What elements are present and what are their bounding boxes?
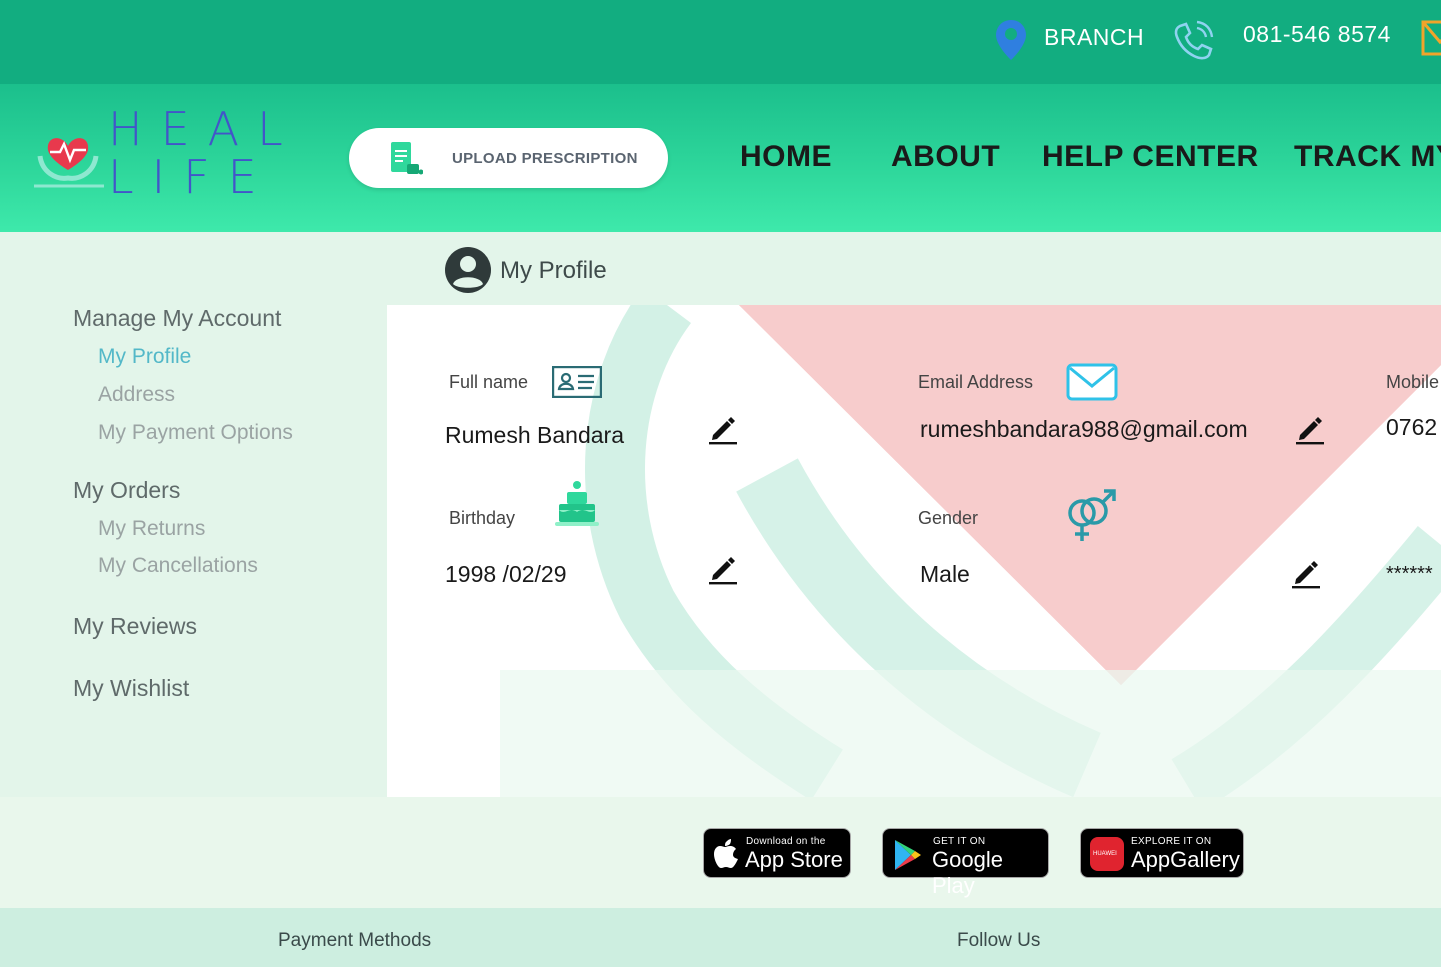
app-gallery-big-text: AppGallery [1131, 847, 1240, 872]
huawei-icon: HUAWEI [1090, 837, 1124, 871]
google-play-big-text: Google Play [932, 847, 1003, 898]
mail-icon[interactable] [1420, 18, 1441, 58]
birthday-cake-icon [555, 481, 599, 526]
page-title: My Profile [500, 257, 607, 284]
app-gallery-button[interactable]: HUAWEI EXPLORE IT ON AppGallery [1080, 828, 1244, 878]
main-header: HEAL LIFE UPLOAD PRESCRIPTION HOME ABOUT… [0, 84, 1441, 232]
heal-life-logo[interactable]: HEAL LIFE [32, 106, 283, 206]
footer: Payment Methods Follow Us [0, 908, 1441, 967]
birthday-label: Birthday [449, 508, 516, 528]
sidebar-manage-account[interactable]: Manage My Account [73, 305, 281, 332]
edit-gender-icon[interactable] [1290, 557, 1322, 589]
follow-us-heading: Follow Us [957, 930, 1041, 951]
envelope-icon [1066, 363, 1118, 401]
google-play-small-text: GET IT ON [933, 836, 986, 847]
app-gallery-small-text: EXPLORE IT ON [1131, 836, 1212, 847]
sidebar-my-wishlist[interactable]: My Wishlist [73, 675, 189, 702]
app-store-small-text: Download on the [746, 836, 826, 847]
edit-email-icon[interactable] [1294, 413, 1326, 445]
top-bar: BRANCH 081-546 8574 [0, 0, 1441, 84]
prescription-icon [391, 142, 423, 175]
phone-number[interactable]: 081-546 8574 [1243, 21, 1391, 48]
upload-prescription-label: UPLOAD PRESCRIPTION [452, 150, 638, 167]
logo-word-life: LIFE [108, 150, 275, 204]
mobile-label: Mobile [1386, 372, 1440, 392]
nav-help-center[interactable]: HELP CENTER [1042, 140, 1259, 174]
profile-header: My Profile [387, 232, 1441, 305]
nav-track-my-order[interactable]: TRACK MY [1294, 140, 1441, 174]
birthday-value: 1998 /02/29 [445, 561, 567, 587]
profile-content: Full name Rumesh Bandara Email Address r… [387, 305, 1441, 797]
gender-value: Male [920, 561, 970, 587]
sidebar-item-payment-options[interactable]: My Payment Options [98, 421, 293, 445]
app-download-bar: Download on the App Store GET IT ON Goog… [0, 797, 1441, 908]
id-card-icon [552, 366, 602, 398]
google-play-icon [895, 840, 921, 870]
edit-birthday-icon[interactable] [707, 553, 739, 585]
app-store-button[interactable]: Download on the App Store [703, 828, 851, 878]
logo-word-heal: HEAL [108, 102, 301, 156]
edit-full-name-icon[interactable] [707, 413, 739, 445]
app-store-big-text: App Store [745, 847, 843, 872]
password-masked-value: ****** [1386, 563, 1433, 585]
sidebar-item-address[interactable]: Address [98, 383, 175, 407]
gender-icon [1068, 489, 1116, 541]
email-label: Email Address [918, 372, 1034, 392]
mobile-value: 0762 [1386, 414, 1438, 440]
full-name-label: Full name [449, 372, 529, 392]
huawei-icon-text: HUAWEI [1093, 851, 1117, 857]
sidebar-item-my-cancellations[interactable]: My Cancellations [98, 554, 258, 578]
nav-about[interactable]: ABOUT [891, 140, 1000, 174]
user-avatar-icon [445, 247, 491, 293]
account-sidebar: Manage My Account My Profile Address My … [0, 232, 387, 797]
google-play-button[interactable]: GET IT ON Google Play [882, 828, 1049, 898]
gender-label: Gender [918, 508, 979, 528]
sidebar-my-reviews[interactable]: My Reviews [73, 613, 197, 640]
nav-home[interactable]: HOME [740, 140, 832, 174]
sidebar-my-orders[interactable]: My Orders [73, 477, 180, 504]
sidebar-item-my-returns[interactable]: My Returns [98, 517, 205, 541]
payment-methods-heading: Payment Methods [278, 930, 432, 951]
email-value: rumeshbandara988@gmail.com [920, 416, 1248, 442]
branch-link[interactable]: BRANCH [1044, 24, 1144, 51]
apple-icon [714, 839, 738, 868]
full-name-value: Rumesh Bandara [445, 422, 624, 448]
upload-prescription-button[interactable]: UPLOAD PRESCRIPTION [349, 128, 668, 188]
phone-icon[interactable] [1170, 18, 1216, 64]
sidebar-item-my-profile[interactable]: My Profile [98, 345, 191, 369]
location-pin-icon[interactable] [994, 18, 1028, 62]
heart-hands-logo-icon [34, 138, 104, 188]
watermark-logo-icon [500, 305, 1441, 797]
